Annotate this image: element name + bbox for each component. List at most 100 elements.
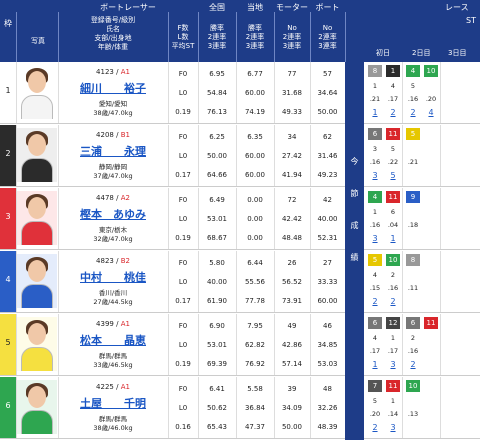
racer-name-link[interactable]: 細川 裕子 (58, 80, 168, 96)
racer-row: 4 4823 / B2 中村 桃佳 香川/香川 27歳/44.5kg F0 L0 0… (0, 251, 345, 313)
finish-position-link[interactable]: 2 (404, 108, 422, 117)
finish-position-link[interactable]: 2 (384, 297, 402, 306)
boat-stats: 27 33.33 60.00 (317, 259, 338, 305)
reg-number-class: 4123 / A1 (96, 68, 130, 76)
header-photo: 写真 (31, 37, 45, 45)
racer-name-link[interactable]: 樫本 あゆみ (58, 206, 168, 222)
reg-number-class: 4225 / A1 (96, 383, 130, 391)
racer-origin: 東京/栃木 32歳/47.0kg (93, 226, 133, 243)
lane-value: 1 (390, 334, 396, 342)
racer-results: 6 11 5 3 5.16.22.21 3 5 (364, 125, 480, 187)
lane-value: 1 (390, 397, 396, 405)
results-day-header: 初日 2日目 3日目 (364, 46, 480, 60)
local-stats: 6.77 60.00 74.19 (244, 70, 266, 116)
st-value: .17 (369, 347, 381, 355)
local-stats: 6.35 60.00 60.00 (244, 133, 266, 179)
st-value: .17 (387, 95, 399, 103)
reg-number-class: 4208 / B1 (96, 131, 130, 139)
local-stats: 0.00 0.00 0.00 (247, 196, 263, 242)
st-value: .16 (387, 284, 399, 292)
finish-position-link[interactable]: 1 (366, 360, 384, 369)
fls-stats: F0 L0 0.16 (175, 385, 191, 431)
finish-position-link[interactable]: 3 (366, 234, 384, 243)
national-stats: 5.80 40.00 61.90 (206, 259, 228, 305)
race-number-chip: 1 (386, 65, 400, 77)
race-number-chip: 6 (368, 317, 382, 329)
race-number-chip: 4 (368, 191, 382, 203)
race-number-chip: 5 (368, 254, 382, 266)
racer-row: 5 4399 / A1 松本 晶恵 群馬/群馬 33歳/46.5kg F0 L0 0… (0, 314, 345, 376)
race-number-chip: 12 (386, 317, 400, 329)
racer-origin: 群馬/群馬 33歳/46.5kg (93, 352, 133, 369)
national-stats: 6.90 53.01 69.39 (206, 322, 228, 368)
lane-value: 5 (410, 82, 416, 90)
finish-position-link[interactable]: 1 (384, 234, 402, 243)
motor-stats: 34 27.42 41.94 (281, 133, 303, 179)
race-number-chip: 5 (406, 128, 420, 140)
lane-value: 1 (372, 82, 378, 90)
race-number-chip: 10 (424, 65, 438, 77)
race-number-chip: 11 (386, 380, 400, 392)
fls-stats: F0 L0 0.17 (175, 259, 191, 305)
header-motor-sub: No 2連率 3連率 (282, 24, 302, 50)
racer-origin: 群馬/群馬 38歳/46.0kg (93, 415, 133, 432)
racer-row: 1 4123 / A1 細川 裕子 愛知/愛知 38歳/47.0kg F0 L0 0… (0, 62, 345, 124)
motor-stats: 49 42.86 57.14 (281, 322, 303, 368)
race-number-chip: 8 (406, 254, 420, 266)
lane-value: 1 (372, 208, 378, 216)
race-number-chip: 10 (386, 254, 400, 266)
st-value: .21 (369, 95, 381, 103)
finish-position-link[interactable]: 2 (366, 423, 384, 432)
st-value: .16 (407, 347, 419, 355)
st-value: .13 (407, 410, 419, 418)
race-number-chip: 6 (406, 317, 420, 329)
waku-number: 3 (0, 188, 16, 249)
racer-name-link[interactable]: 三浦 永理 (58, 143, 168, 159)
race-number-chip: 7 (368, 380, 382, 392)
lane-value: 2 (390, 271, 396, 279)
finish-position-link[interactable]: 2 (366, 297, 384, 306)
header-fls: F数 L数 平均ST (171, 24, 195, 50)
finish-position-link[interactable]: 5 (384, 171, 402, 180)
header-boat: ボート (315, 3, 340, 12)
racer-photo (17, 128, 57, 182)
race-number-chip: 11 (386, 191, 400, 203)
side-label-2: 節 (350, 189, 359, 198)
racer-name-link[interactable]: 土屋 千明 (58, 395, 168, 411)
header-racer-info: 登録番号/級別 氏名 支部/出身地 年齢/体重 (90, 16, 136, 51)
header-local: 当地 (247, 3, 263, 12)
lane-value: 3 (372, 145, 378, 153)
racer-name-link[interactable]: 中村 桃佳 (58, 269, 168, 285)
local-stats: 5.58 36.84 47.37 (244, 385, 266, 431)
racer-origin: 愛知/愛知 38歳/47.0kg (93, 100, 133, 117)
header-motor: モーター (276, 3, 308, 12)
race-entry-table: 枠 写真 ボートレーサー 登録番号/級別 氏名 支部/出身地 年齢/体重 F数 … (0, 0, 480, 440)
finish-position-link[interactable]: 4 (422, 108, 440, 117)
day1-label: 初日 (376, 49, 390, 57)
lane-value: 4 (372, 334, 378, 342)
finish-position-link[interactable]: 3 (384, 360, 402, 369)
fls-stats: F0 L0 0.19 (175, 196, 191, 242)
national-stats: 6.95 54.84 76.13 (206, 70, 228, 116)
racer-name-link[interactable]: 松本 晶恵 (58, 332, 168, 348)
finish-position-link[interactable]: 2 (384, 108, 402, 117)
side-label-1: 今 (350, 157, 359, 166)
waku-number: 1 (0, 62, 16, 123)
racer-origin: 香川/香川 27歳/44.5kg (93, 289, 133, 306)
fls-stats: F0 L0 0.17 (175, 133, 191, 179)
finish-position-link[interactable]: 3 (366, 171, 384, 180)
waku-number: 4 (0, 251, 16, 312)
st-value: .22 (387, 158, 399, 166)
race-number-chip: 4 (406, 65, 420, 77)
st-value: .11 (407, 284, 419, 292)
st-value: .20 (425, 95, 437, 103)
local-stats: 6.44 55.56 77.78 (244, 259, 266, 305)
racer-results: 5 10 8 4 2.15.16.11 2 2 (364, 251, 480, 313)
racer-row: 6 4225 / A1 土屋 千明 群馬/群馬 38歳/46.0kg F0 L0 0… (0, 377, 345, 439)
side-label-3: 成 (350, 221, 359, 230)
header-national: 全国 (209, 3, 225, 12)
finish-position-link[interactable]: 2 (404, 360, 422, 369)
finish-position-link[interactable]: 1 (366, 108, 384, 117)
header-st: ST (466, 16, 476, 25)
finish-position-link[interactable]: 3 (384, 423, 402, 432)
